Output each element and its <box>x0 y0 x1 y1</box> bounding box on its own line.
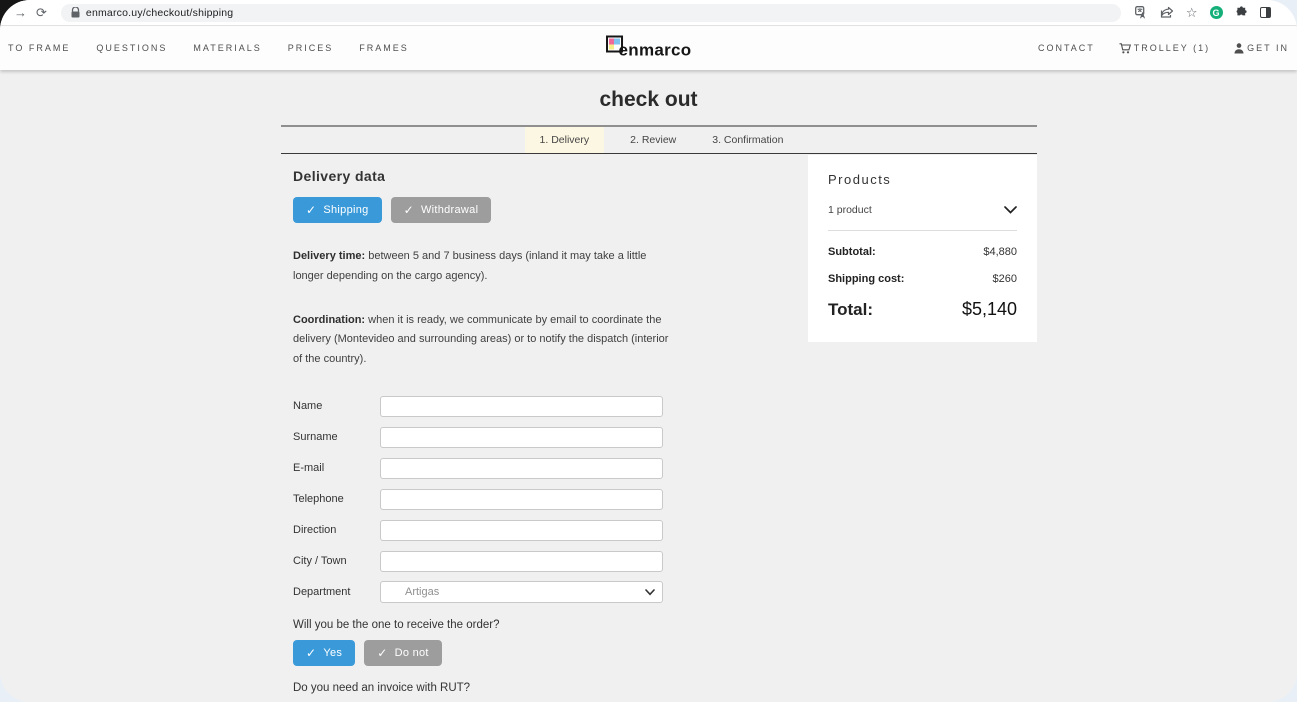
user-icon <box>1234 43 1244 54</box>
total-value: $5,140 <box>962 299 1017 320</box>
account-menu: CONTACT TROLLEY (1) GET IN <box>1038 26 1289 70</box>
nav-item-trolley[interactable]: TROLLEY (1) <box>1119 43 1210 54</box>
name-input[interactable] <box>380 396 663 417</box>
withdrawal-toggle-button[interactable]: ✓ Withdrawal <box>391 197 492 223</box>
url-text: enmarco.uy/checkout/shipping <box>86 7 233 19</box>
browser-panel-icon[interactable] <box>1260 7 1271 18</box>
main-menu: TO FRAME QUESTIONS MATERIALS PRICES FRAM… <box>8 26 409 70</box>
chevron-down-icon <box>645 589 655 596</box>
logo-text: enmarco <box>619 41 692 61</box>
form-row-department: Department Artigas <box>293 582 673 603</box>
step-delivery[interactable]: 1. Delivery <box>525 127 605 153</box>
telephone-input[interactable] <box>380 489 663 510</box>
address-bar[interactable]: enmarco.uy/checkout/shipping <box>61 4 1121 22</box>
check-icon: ✓ <box>306 204 316 216</box>
browser-toolbar: → ⟳ enmarco.uy/checkout/shipping ☆ G <box>0 0 1297 26</box>
trolley-cart-icon <box>1119 43 1131 54</box>
divider <box>828 230 1017 231</box>
form-row-surname: Surname <box>293 427 673 448</box>
direction-input[interactable] <box>380 520 663 541</box>
products-heading: Products <box>828 172 1017 187</box>
grammarly-extension-icon[interactable]: G <box>1210 6 1223 19</box>
step-confirmation[interactable]: 3. Confirmation <box>702 127 793 153</box>
reload-icon[interactable]: ⟳ <box>36 6 47 19</box>
shipping-cost-value: $260 <box>993 273 1017 285</box>
page-title: check out <box>0 88 1297 112</box>
products-summary-panel: Products 1 product Subtotal: $4,880 Ship… <box>808 155 1037 342</box>
form-row-direction: Direction <box>293 520 673 541</box>
nav-item-prices[interactable]: PRICES <box>288 43 334 53</box>
step-review[interactable]: 2. Review <box>620 127 686 153</box>
checkout-steps: 1. Delivery 2. Review 3. Confirmation <box>281 125 1037 154</box>
share-icon[interactable] <box>1160 6 1174 19</box>
receive-order-question: Will you be the one to receive the order… <box>293 619 673 631</box>
city-input[interactable] <box>380 551 663 572</box>
nav-item-questions[interactable]: QUESTIONS <box>96 43 167 53</box>
bookmark-star-icon[interactable]: ☆ <box>1186 5 1198 21</box>
rut-invoice-question: Do you need an invoice with RUT? <box>293 682 673 694</box>
shipping-toggle-button[interactable]: ✓ Shipping <box>293 197 382 223</box>
nav-item-get-in[interactable]: GET IN <box>1234 43 1289 54</box>
site-header: TO FRAME QUESTIONS MATERIALS PRICES FRAM… <box>0 26 1297 70</box>
extensions-puzzle-icon[interactable] <box>1235 6 1248 19</box>
product-count-toggle[interactable]: 1 product <box>828 204 1017 216</box>
receive-no-button[interactable]: ✓ Do not <box>364 640 442 666</box>
delivery-form: Name Surname E-mail Telephone Direction <box>293 396 673 603</box>
check-icon: ✓ <box>377 647 387 659</box>
subtotal-row: Subtotal: $4,880 <box>828 246 1017 258</box>
surname-input[interactable] <box>380 427 663 448</box>
forward-icon[interactable]: → <box>14 6 27 19</box>
form-row-email: E-mail <box>293 458 673 479</box>
nav-item-frames[interactable]: FRAMES <box>359 43 409 53</box>
department-select[interactable]: Artigas <box>380 581 663 603</box>
check-icon: ✓ <box>306 647 316 659</box>
delivery-time-paragraph: Delivery time: between 5 and 7 business … <box>293 247 671 287</box>
divider <box>281 153 1037 154</box>
email-input[interactable] <box>380 458 663 479</box>
receive-yes-button[interactable]: ✓ Yes <box>293 640 355 666</box>
nav-item-contact[interactable]: CONTACT <box>1038 43 1095 53</box>
shipping-cost-row: Shipping cost: $260 <box>828 273 1017 285</box>
lock-icon <box>71 7 80 18</box>
checkout-page: check out 1. Delivery 2. Review 3. Confi… <box>0 70 1297 702</box>
form-row-name: Name <box>293 396 673 417</box>
check-icon: ✓ <box>404 204 414 216</box>
nav-item-to-frame[interactable]: TO FRAME <box>8 43 70 53</box>
translate-icon[interactable] <box>1135 6 1148 19</box>
total-row: Total: $5,140 <box>828 299 1017 320</box>
coordination-paragraph: Coordination: when it is ready, we commu… <box>293 311 671 370</box>
form-row-telephone: Telephone <box>293 489 673 510</box>
browser-window: → ⟳ enmarco.uy/checkout/shipping ☆ G TO … <box>0 0 1297 702</box>
chevron-down-icon <box>1004 206 1017 214</box>
subtotal-value: $4,880 <box>983 246 1017 258</box>
nav-item-materials[interactable]: MATERIALS <box>193 43 261 53</box>
form-row-city: City / Town <box>293 551 673 572</box>
delivery-form-section: Delivery data ✓ Shipping ✓ Withdrawal De… <box>293 168 673 702</box>
delivery-data-heading: Delivery data <box>293 168 673 184</box>
enmarco-logo[interactable]: enmarco <box>606 36 692 61</box>
